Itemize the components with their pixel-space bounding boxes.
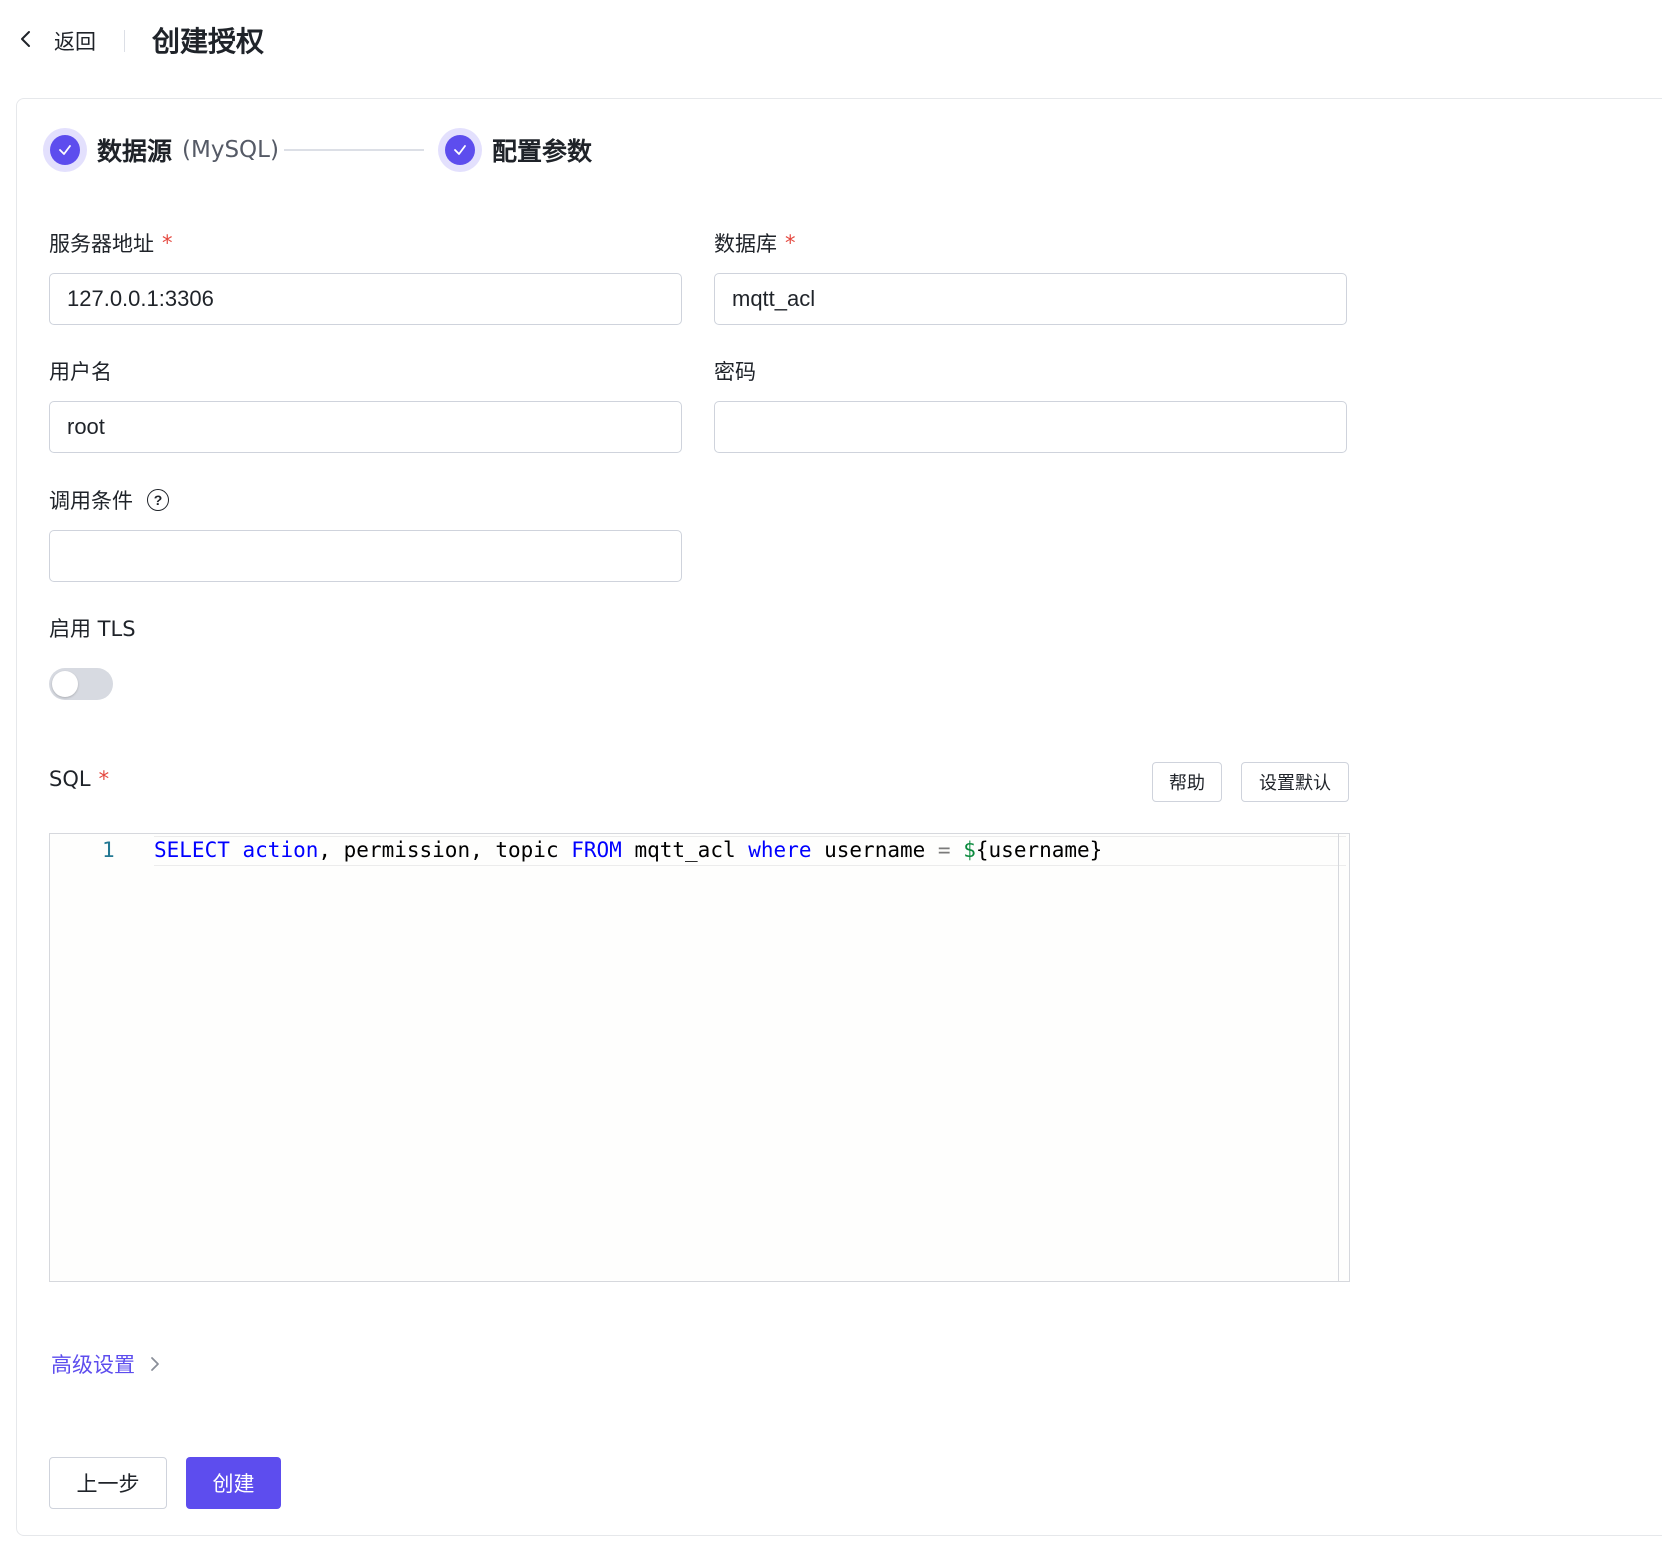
sql-keyword: action: [242, 838, 319, 862]
code-text: mqtt_acl: [621, 838, 749, 862]
advanced-settings-label: 高级设置: [51, 1353, 135, 1377]
prev-step-button[interactable]: 上一步: [49, 1457, 167, 1509]
page-title: 创建授权: [152, 25, 265, 58]
sql-keyword: where: [748, 838, 812, 862]
password-input[interactable]: [714, 401, 1347, 453]
code-text: username: [811, 838, 938, 862]
server-label-text: 服务器地址: [49, 232, 154, 256]
sql-label-text: SQL: [49, 767, 91, 791]
back-link[interactable]: 返回: [54, 26, 96, 56]
condition-input[interactable]: [49, 530, 682, 582]
check-icon: [59, 145, 71, 155]
username-label: 用户名: [49, 356, 112, 386]
step-subtitle: (MySQL): [182, 137, 279, 163]
sql-keyword: FROM: [571, 838, 622, 862]
advanced-settings-link[interactable]: 高级设置: [51, 1349, 161, 1379]
sql-operator: =: [937, 838, 951, 862]
database-label-text: 数据库: [714, 232, 777, 256]
step-done-indicator: [438, 128, 482, 172]
template-dollar: $: [963, 838, 976, 862]
sql-label: SQL *: [49, 767, 109, 791]
line-number: 1: [102, 838, 115, 862]
server-label: 服务器地址 *: [49, 228, 173, 258]
server-input[interactable]: [49, 273, 682, 325]
editor-scrollbar[interactable]: [1338, 834, 1339, 1281]
toggle-knob: [52, 671, 78, 697]
check-icon: [454, 145, 466, 155]
database-label: 数据库 *: [714, 228, 796, 258]
sql-editor[interactable]: 1 SELECT action, permission, topic FROM …: [49, 833, 1350, 1282]
page-header: 返回 创建授权: [0, 0, 1662, 82]
help-button[interactable]: 帮助: [1152, 762, 1222, 802]
database-input[interactable]: [714, 273, 1347, 325]
step-datasource: 数据源 (MySQL): [43, 128, 279, 172]
header-divider: [124, 30, 125, 52]
username-label-text: 用户名: [49, 360, 112, 384]
chevron-left-icon[interactable]: [16, 28, 36, 50]
required-mark: *: [162, 231, 173, 255]
set-default-button[interactable]: 设置默认: [1241, 762, 1349, 802]
step-title: 数据源: [97, 137, 173, 166]
sql-keyword: SELECT: [154, 838, 230, 862]
condition-label: 调用条件 ?: [49, 485, 169, 515]
password-label-text: 密码: [714, 360, 756, 384]
condition-label-text: 调用条件: [49, 489, 133, 513]
required-mark: *: [98, 767, 110, 791]
tls-label: 启用 TLS: [49, 613, 136, 643]
question-circle-icon[interactable]: ?: [147, 489, 169, 511]
password-label: 密码: [714, 356, 756, 386]
create-button[interactable]: 创建: [186, 1457, 281, 1509]
code-text: , permission, topic: [318, 838, 572, 862]
tls-label-text: 启用 TLS: [49, 617, 136, 641]
step-connector: [284, 149, 424, 151]
step-done-indicator: [43, 128, 87, 172]
required-mark: *: [785, 231, 796, 255]
step-config: 配置参数: [438, 128, 592, 172]
chevron-right-icon: [151, 1357, 159, 1371]
username-input[interactable]: [49, 401, 682, 453]
code-line[interactable]: SELECT action, permission, topic FROM mq…: [154, 838, 1102, 862]
step-title: 配置参数: [492, 137, 593, 166]
code-text: {username}: [975, 838, 1103, 862]
tls-toggle[interactable]: [49, 668, 113, 700]
